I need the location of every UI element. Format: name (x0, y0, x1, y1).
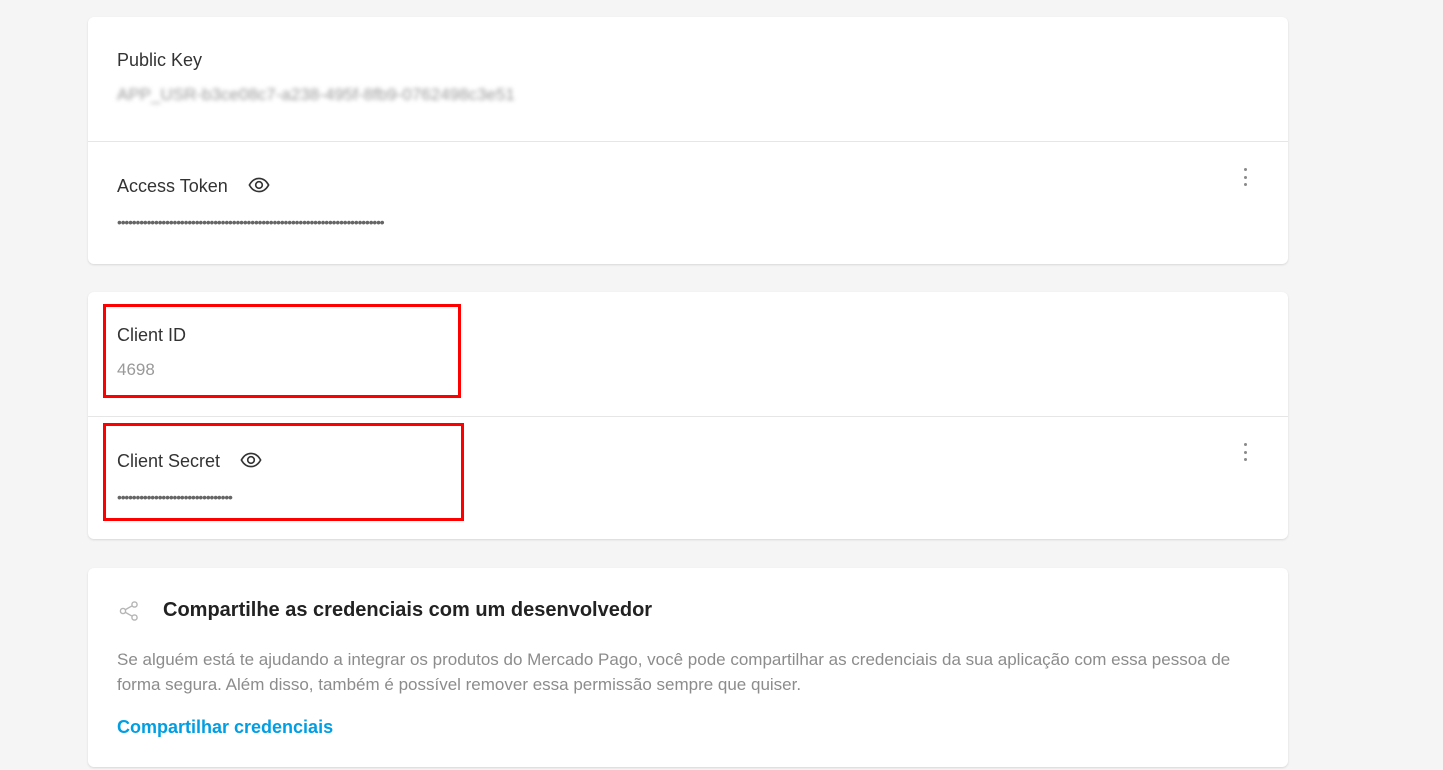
client-id-value[interactable]: 4698 (117, 360, 155, 380)
public-key-label: Public Key (117, 50, 203, 70)
share-description: Se alguém está te ajudando a integrar os… (117, 650, 1231, 694)
production-credentials-card: Public Key APP_USR-b3ce08c7-a238-495f-8f… (88, 17, 1288, 264)
share-credentials-card: Compartilhe as credenciais com um desenv… (88, 568, 1288, 767)
access-token-label: Access Token (117, 176, 228, 196)
client-id-row: Client ID 4698 (88, 292, 1288, 417)
access-token-row: Access Token •••••••••••••••••••••••••••… (88, 142, 1288, 264)
kebab-menu-icon[interactable] (1235, 440, 1255, 464)
eye-icon[interactable] (240, 452, 262, 468)
kebab-menu-icon[interactable] (1235, 165, 1255, 189)
share-icon (119, 601, 138, 621)
eye-icon[interactable] (248, 177, 270, 193)
client-secret-label: Client Secret (117, 451, 221, 471)
client-secret-value[interactable]: ••••••••••••••••••••••••••••••• (117, 490, 233, 504)
share-credentials-link[interactable]: Compartilhar credenciais (117, 716, 333, 738)
client-secret-row: Client Secret ••••••••••••••••••••••••••… (88, 417, 1288, 539)
oauth-credentials-card: Client ID 4698 Client Secret •••••••••••… (88, 292, 1288, 539)
access-token-value[interactable]: ••••••••••••••••••••••••••••••••••••••••… (117, 215, 385, 229)
public-key-row: Public Key APP_USR-b3ce08c7-a238-495f-8f… (88, 17, 1288, 142)
share-title: Compartilhe as credenciais com um desenv… (163, 599, 653, 621)
client-id-label: Client ID (117, 325, 187, 345)
public-key-value[interactable]: APP_USR-b3ce08c7-a238-495f-8fb9-0762498c… (117, 85, 515, 105)
